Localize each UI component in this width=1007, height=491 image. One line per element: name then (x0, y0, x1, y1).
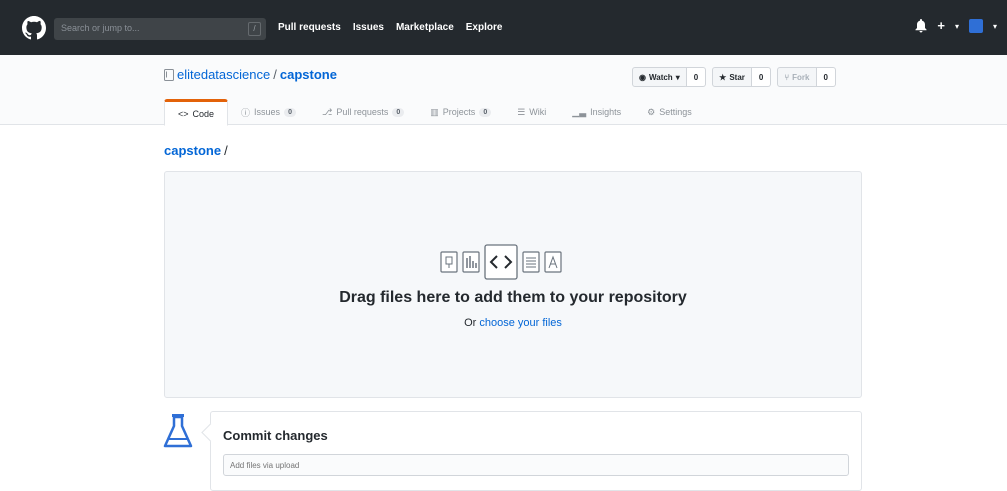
search-shortcut-hint: / (248, 22, 261, 36)
search-placeholder: Search or jump to... (61, 23, 140, 33)
tab-counter: 0 (479, 107, 492, 117)
chevron-down-icon: ▾ (675, 72, 680, 82)
watch-label: Watch (648, 72, 673, 82)
star-group: ★ Star 0 (712, 67, 772, 87)
repo-name-link[interactable]: capstone (280, 67, 337, 82)
fork-button[interactable]: ⑂ Fork (777, 67, 817, 87)
star-button[interactable]: ★ Star (712, 67, 752, 87)
create-new-button[interactable]: + (937, 19, 945, 33)
insights-icon: ▁▃ (572, 106, 587, 117)
global-nav: Pull requests Issues Marketplace Explore (278, 22, 502, 33)
nav-marketplace[interactable]: Marketplace (396, 22, 454, 33)
star-label: Star (729, 72, 745, 82)
github-logo-icon[interactable] (22, 16, 46, 40)
commit-message-input[interactable] (223, 454, 849, 476)
pdf-file-icon (544, 251, 562, 273)
eye-icon: ◉ (639, 72, 646, 82)
search-input[interactable]: Search or jump to... / (54, 18, 266, 40)
tab-label: Insights (590, 107, 622, 117)
header-actions: + ▾ ▾ (915, 19, 997, 33)
text-file-icon (522, 251, 540, 273)
tab-wiki[interactable]: ☰ Wiki (504, 99, 559, 125)
tab-pull-requests[interactable]: ⎇ Pull requests 0 (309, 99, 417, 125)
tab-projects[interactable]: ▥ Projects 0 (417, 99, 504, 125)
chevron-down-icon[interactable]: ▾ (993, 22, 997, 31)
project-icon: ▥ (430, 106, 439, 117)
star-icon: ★ (719, 72, 727, 82)
fork-count[interactable]: 0 (816, 67, 836, 87)
gear-icon: ⚙ (647, 106, 656, 117)
breadcrumb-separator: / (224, 143, 228, 158)
tab-counter: 0 (392, 107, 405, 117)
repo-tabs: <> Code ⓘ Issues 0 ⎇ Pull requests 0 ▥ P… (164, 99, 705, 126)
repo-icon (164, 68, 174, 81)
nav-explore[interactable]: Explore (466, 22, 503, 33)
dropzone-sub-prefix: Or (464, 317, 480, 329)
fork-group: ⑂ Fork 0 (777, 67, 836, 87)
repo-header: elitedatascience / capstone ◉ Watch ▾ 0 … (0, 55, 1007, 126)
tab-counter: 0 (284, 107, 296, 117)
dropzone-subtitle: Or choose your files (165, 317, 861, 329)
tab-label: Pull requests (336, 107, 389, 117)
watch-count[interactable]: 0 (686, 67, 707, 87)
watch-group: ◉ Watch ▾ 0 (632, 67, 707, 87)
repo-separator: / (273, 67, 277, 82)
fork-label: Fork (792, 72, 810, 82)
bell-icon[interactable] (915, 19, 927, 33)
breadcrumb: capstone / (164, 143, 228, 158)
tab-label: Settings (659, 107, 692, 117)
tab-label: Code (192, 108, 215, 119)
dropzone-title: Drag files here to add them to your repo… (339, 289, 687, 306)
repo-title: elitedatascience / capstone (164, 67, 337, 82)
breadcrumb-repo-link[interactable]: capstone (164, 143, 221, 158)
star-count[interactable]: 0 (751, 67, 772, 87)
tab-settings[interactable]: ⚙ Settings (634, 99, 705, 125)
choose-files-link[interactable]: choose your files (479, 317, 562, 329)
global-header: Search or jump to... / Pull requests Iss… (0, 0, 1007, 55)
chevron-down-icon[interactable]: ▾ (955, 22, 959, 31)
watch-button[interactable]: ◉ Watch ▾ (632, 67, 687, 87)
commit-form: Commit changes (210, 411, 862, 491)
tab-code[interactable]: <> Code (164, 99, 229, 126)
commit-title: Commit changes (223, 428, 328, 443)
tab-label: Wiki (529, 107, 547, 117)
tab-label: Projects (442, 107, 476, 117)
pull-request-icon: ⎇ (321, 106, 333, 117)
tab-issues[interactable]: ⓘ Issues 0 (228, 99, 309, 125)
nav-issues[interactable]: Issues (353, 22, 384, 33)
repo-actions: ◉ Watch ▾ 0 ★ Star 0 ⑂ Fork 0 (632, 67, 836, 87)
repo-owner-link[interactable]: elitedatascience (177, 67, 270, 82)
upload-dropzone[interactable]: Drag files here to add them to your repo… (164, 171, 862, 398)
flask-avatar-icon (163, 414, 193, 448)
chart-file-icon (462, 251, 480, 273)
nav-pull-requests[interactable]: Pull requests (278, 22, 341, 33)
issue-icon: ⓘ (241, 107, 251, 118)
tab-insights[interactable]: ▁▃ Insights (559, 99, 634, 125)
code-file-icon (484, 244, 518, 280)
binary-file-icon (440, 251, 458, 273)
file-type-icons (440, 244, 562, 280)
fork-icon: ⑂ (784, 72, 790, 82)
code-icon: <> (178, 108, 189, 119)
wiki-icon: ☰ (517, 106, 526, 117)
avatar[interactable] (968, 19, 983, 33)
tab-label: Issues (254, 107, 281, 117)
